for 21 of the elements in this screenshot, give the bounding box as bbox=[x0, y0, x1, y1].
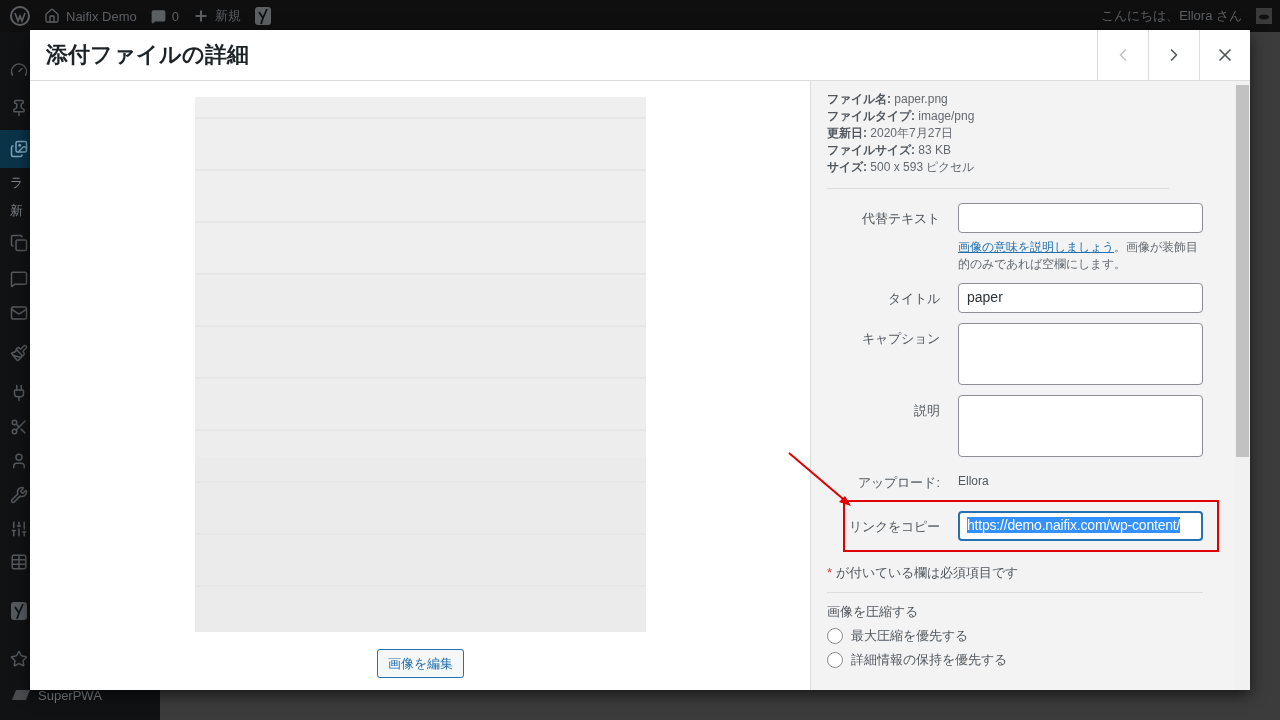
file-info-line: サイズ: 500 x 593 ピクセル bbox=[827, 159, 976, 176]
sidebar-label: ラ bbox=[10, 174, 23, 192]
field-label: キャプション bbox=[861, 330, 940, 348]
sidebar-label: 新 bbox=[10, 202, 23, 220]
section-title: 画像を圧縮する bbox=[827, 603, 919, 621]
uploader-name: Ellora bbox=[958, 473, 990, 488]
required-note: * が付いている欄は必須項目です bbox=[827, 564, 1019, 582]
file-info-line: ファイルサイズ: 83 KB bbox=[827, 142, 953, 159]
file-info-line: 更新日: 2020年7月27日 bbox=[827, 125, 955, 142]
field-label: 代替テキスト bbox=[861, 210, 940, 228]
file-info-line: ファイル名: paper.png bbox=[827, 91, 949, 108]
field-label: 説明 bbox=[913, 402, 940, 420]
sidebar-label: SuperPWA bbox=[38, 687, 102, 703]
field-label: アップロード: bbox=[857, 474, 940, 492]
field-label: リンクをコピー bbox=[848, 518, 940, 536]
field-label: タイトル bbox=[887, 290, 940, 308]
help-text: 画像の意味を説明しましょう。画像が装飾目的のみであれば空欄にします。 bbox=[958, 239, 1199, 273]
file-info-line: ファイルタイプ: image/png bbox=[827, 108, 976, 125]
option-label: 詳細情報の保持を優先する bbox=[851, 651, 1007, 669]
dialog-title: 添付ファイルの詳細 bbox=[46, 41, 250, 69]
option-label: 最大圧縮を優先する bbox=[851, 627, 968, 645]
